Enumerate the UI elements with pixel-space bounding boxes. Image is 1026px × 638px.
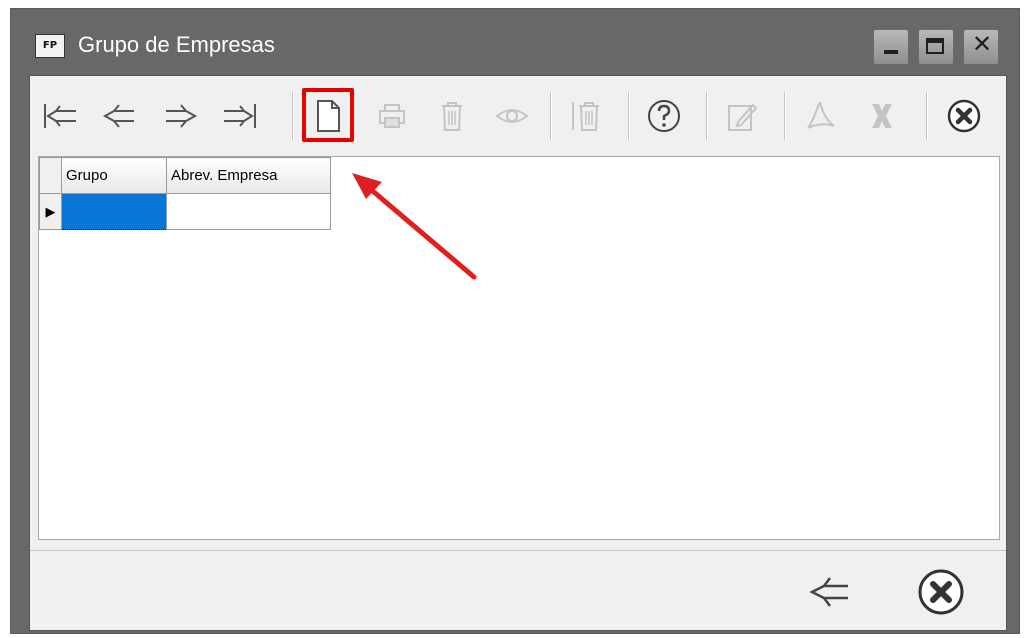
window-title: Grupo de Empresas	[78, 32, 275, 57]
toolbar-separator	[926, 92, 928, 140]
print-button[interactable]	[372, 96, 412, 136]
pdf-icon	[807, 101, 835, 129]
edit-icon	[728, 103, 758, 131]
back-button[interactable]	[802, 565, 856, 619]
minimize-button[interactable]	[873, 29, 909, 65]
minimize-icon	[884, 50, 898, 54]
toolbar-separator	[784, 92, 786, 140]
window-close-button[interactable]: ✕	[963, 29, 999, 65]
delete-button[interactable]	[432, 96, 472, 136]
close-circle-icon	[947, 99, 981, 133]
toolbar-separator	[628, 92, 630, 140]
data-grid[interactable]: Grupo Abrev. Empresa ▶	[38, 156, 1000, 540]
previous-record-icon	[102, 104, 134, 128]
client-area: Grupo Abrev. Empresa ▶	[29, 75, 1007, 631]
export-pdf-button[interactable]	[800, 96, 840, 136]
last-record-button[interactable]	[220, 96, 260, 136]
printer-icon	[379, 104, 405, 128]
cell-abrev-empresa[interactable]	[166, 193, 331, 230]
maximize-button[interactable]	[918, 29, 954, 65]
close-icon: ✕	[971, 30, 993, 58]
previous-record-button[interactable]	[100, 96, 140, 136]
toolbar-separator	[706, 92, 708, 140]
cell-grupo[interactable]	[61, 193, 167, 230]
export-excel-button[interactable]	[862, 96, 902, 136]
help-button[interactable]	[644, 96, 684, 136]
bottom-bar	[30, 550, 1006, 631]
trash-bar-icon	[572, 102, 599, 131]
edit-button[interactable]	[722, 96, 762, 136]
eye-icon	[495, 109, 529, 123]
column-header-abrev-empresa[interactable]: Abrev. Empresa	[166, 157, 331, 194]
row-indicator-icon: ▶	[39, 193, 62, 230]
toolbar-separator	[292, 92, 294, 140]
trash-icon	[442, 102, 462, 131]
first-record-icon	[44, 104, 76, 128]
column-header-grupo[interactable]: Grupo	[61, 157, 167, 194]
new-button-highlight	[302, 88, 354, 142]
bottom-close-button[interactable]	[914, 565, 968, 619]
toolbar-separator	[550, 92, 552, 140]
next-record-icon	[166, 104, 198, 128]
excel-icon	[872, 104, 892, 128]
close-button[interactable]	[944, 96, 984, 136]
maximize-icon	[926, 38, 944, 54]
last-record-icon	[224, 104, 256, 128]
app-logo-icon: FP	[35, 34, 65, 58]
delete-all-button[interactable]	[566, 96, 606, 136]
title-bar[interactable]: FP Grupo de Empresas ✕	[11, 9, 1019, 75]
view-button[interactable]	[492, 96, 532, 136]
grid-header-row: Grupo Abrev. Empresa	[39, 157, 331, 194]
next-record-button[interactable]	[160, 96, 200, 136]
grid-table: Grupo Abrev. Empresa ▶	[39, 157, 331, 230]
back-arrow-icon	[809, 577, 848, 607]
first-record-button[interactable]	[40, 96, 80, 136]
toolbar	[36, 86, 1000, 146]
grid-corner	[39, 157, 62, 194]
question-icon	[648, 100, 680, 132]
table-row[interactable]: ▶	[39, 193, 331, 230]
app-window: FP Grupo de Empresas ✕ Grupo Abrev. Empr…	[10, 8, 1020, 634]
close-circle-icon	[918, 569, 964, 615]
